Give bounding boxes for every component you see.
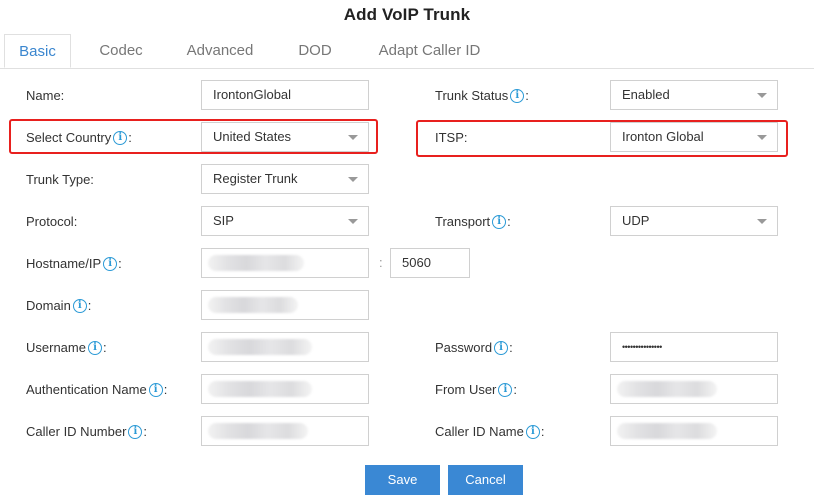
trunk-status-select[interactable]: Enabled (610, 80, 778, 110)
username-input[interactable] (201, 332, 369, 362)
port-separator: : (379, 255, 383, 270)
label-colon: : (143, 424, 148, 439)
caller-id-name-label-text: Caller ID Name (435, 424, 524, 439)
port-input[interactable]: 5060 (390, 248, 470, 278)
redacted-value (208, 255, 304, 271)
caller-id-number-label: Caller ID Number i : (26, 424, 147, 440)
label-colon: : (87, 298, 92, 313)
chevron-down-icon (757, 93, 767, 98)
info-icon[interactable]: i (492, 215, 507, 229)
chevron-down-icon (757, 135, 767, 140)
auth-name-label: Authentication Name i : (26, 382, 167, 398)
select-country-select[interactable]: United States (201, 122, 369, 152)
info-icon[interactable]: i (103, 257, 118, 271)
chevron-down-icon (348, 219, 358, 224)
hostname-label: Hostname/IP i : (26, 256, 122, 272)
name-label: Name: (26, 88, 65, 103)
chevron-down-icon (348, 135, 358, 140)
trunk-type-label: Trunk Type: (26, 172, 94, 187)
name-input[interactable]: IrontonGlobal (201, 80, 369, 110)
password-label: Password i : (435, 340, 513, 356)
info-icon[interactable]: i (128, 425, 143, 439)
label-colon: : (513, 382, 518, 397)
info-icon[interactable]: i (113, 131, 128, 145)
select-country-value: United States (213, 129, 292, 144)
tab-codec[interactable]: Codec (80, 34, 162, 68)
label-colon: : (163, 382, 168, 397)
hostname-input[interactable] (201, 248, 369, 278)
info-icon[interactable]: i (148, 383, 163, 397)
protocol-select[interactable]: SIP (201, 206, 369, 236)
trunk-status-value: Enabled (622, 87, 670, 102)
username-label-text: Username (26, 340, 86, 355)
itsp-value: Ironton Global (622, 129, 704, 144)
label-colon: : (507, 214, 511, 229)
domain-input[interactable] (201, 290, 369, 320)
tab-basic[interactable]: Basic (4, 34, 71, 68)
protocol-value: SIP (213, 213, 234, 228)
info-icon[interactable]: i (498, 383, 513, 397)
domain-label: Domain i : (26, 298, 91, 314)
caller-id-number-label-text: Caller ID Number (26, 424, 127, 439)
domain-label-text: Domain (26, 298, 71, 313)
auth-name-input[interactable] (201, 374, 369, 404)
trunk-type-value: Register Trunk (213, 171, 298, 186)
tab-bar: Basic Codec Advanced DOD Adapt Caller ID (0, 34, 814, 69)
label-colon: : (128, 130, 132, 145)
label-colon: : (540, 424, 545, 439)
itsp-select[interactable]: Ironton Global (610, 122, 778, 152)
redacted-value (208, 297, 298, 313)
transport-label: Transport i : (435, 214, 511, 230)
caller-id-name-input[interactable] (610, 416, 778, 446)
tab-adapt-caller-id[interactable]: Adapt Caller ID (362, 34, 497, 68)
username-label: Username i : (26, 340, 107, 356)
protocol-label: Protocol: (26, 214, 78, 229)
itsp-label: ITSP: (435, 130, 468, 145)
caller-id-number-input[interactable] (201, 416, 369, 446)
label-colon: : (118, 256, 122, 271)
transport-select[interactable]: UDP (610, 206, 778, 236)
info-icon[interactable]: i (72, 299, 87, 313)
password-label-text: Password (435, 340, 493, 355)
redacted-value (617, 381, 717, 397)
dialog-title: Add VoIP Trunk (343, 5, 471, 24)
select-country-label: Select Country i : (26, 130, 132, 146)
transport-label-text: Transport (435, 214, 491, 229)
redacted-value (208, 339, 312, 355)
caller-id-name-label: Caller ID Name i : (435, 424, 544, 440)
redacted-value (208, 423, 308, 439)
label-colon: : (102, 340, 107, 355)
label-colon: : (509, 340, 513, 355)
hostname-label-text: Hostname/IP (26, 256, 102, 271)
info-icon[interactable]: i (525, 425, 540, 439)
from-user-label-text: From User (435, 382, 497, 397)
cancel-button[interactable]: Cancel (448, 465, 523, 495)
label-colon: : (525, 88, 529, 103)
transport-value: UDP (622, 213, 650, 228)
info-icon[interactable]: i (87, 341, 102, 355)
tab-advanced[interactable]: Advanced (174, 34, 266, 68)
redacted-value (617, 423, 717, 439)
from-user-label: From User i : (435, 382, 517, 398)
trunk-type-select[interactable]: Register Trunk (201, 164, 369, 194)
info-icon[interactable]: i (510, 89, 525, 103)
tab-dod[interactable]: DOD (286, 34, 344, 68)
password-input[interactable]: ••••••••••••••• (610, 332, 778, 362)
save-button[interactable]: Save (365, 465, 440, 495)
info-icon[interactable]: i (494, 341, 509, 355)
trunk-status-label: Trunk Status i : (435, 88, 529, 104)
chevron-down-icon (757, 219, 767, 224)
trunk-status-label-text: Trunk Status (435, 88, 509, 103)
auth-name-label-text: Authentication Name (26, 382, 147, 397)
from-user-input[interactable] (610, 374, 778, 404)
chevron-down-icon (348, 177, 358, 182)
redacted-value (208, 381, 312, 397)
select-country-label-text: Select Country (26, 130, 112, 145)
